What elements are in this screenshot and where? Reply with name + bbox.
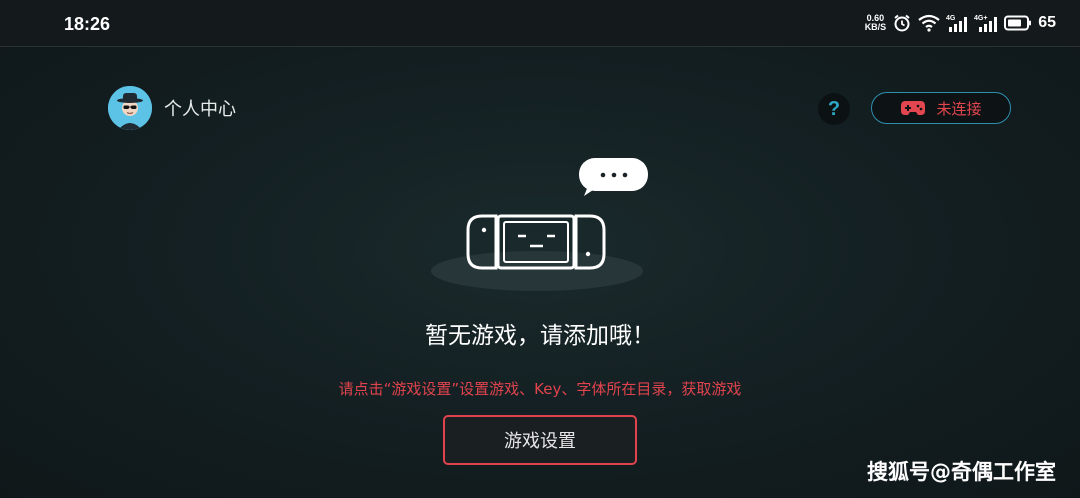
empty-state-hint: 请点击“游戏设置”设置游戏、Key、字体所在目录，获取游戏 (338, 380, 742, 398)
watermark: 搜狐号@奇偶工作室 (867, 460, 1056, 484)
avatar[interactable] (108, 86, 152, 130)
game-settings-button[interactable]: 游戏设置 (443, 415, 637, 465)
battery-icon (1004, 15, 1032, 31)
svg-text:4G: 4G (946, 15, 956, 22)
battery-percent: 65 (1038, 14, 1056, 31)
status-icons: 0.60 KB/S 4G 4G+ 65 (865, 10, 1056, 36)
empty-state-title: 暂无游戏，请添加哦！ (425, 323, 655, 349)
profile-center-link[interactable]: 个人中心 (108, 86, 236, 130)
profile-center-label[interactable]: 个人中心 (164, 95, 236, 121)
alarm-icon (894, 14, 910, 32)
help-button[interactable]: ? (818, 93, 850, 125)
net-speed: 0.60 KB/S (865, 14, 887, 32)
status-time: 18:26 (64, 14, 111, 34)
help-icon: ? (827, 97, 841, 120)
avatar-icon (108, 86, 152, 130)
connection-status-label: 未连接 (936, 99, 982, 118)
wifi-icon (918, 14, 940, 32)
signal-4g-icon: 4G (946, 15, 968, 32)
svg-text:4G+: 4G+ (974, 15, 987, 22)
signal-4g-plus-icon: 4G+ (974, 15, 998, 32)
empty-illustration (420, 150, 660, 300)
net-speed-unit: KB/S (864, 22, 887, 32)
status-bar: 18:26 0.60 KB/S 4G 4G+ 65 (0, 0, 1080, 47)
gamepad-icon (901, 101, 926, 115)
controller-connection-button[interactable]: 未连接 (871, 92, 1011, 124)
switch-console-icon (431, 158, 648, 291)
